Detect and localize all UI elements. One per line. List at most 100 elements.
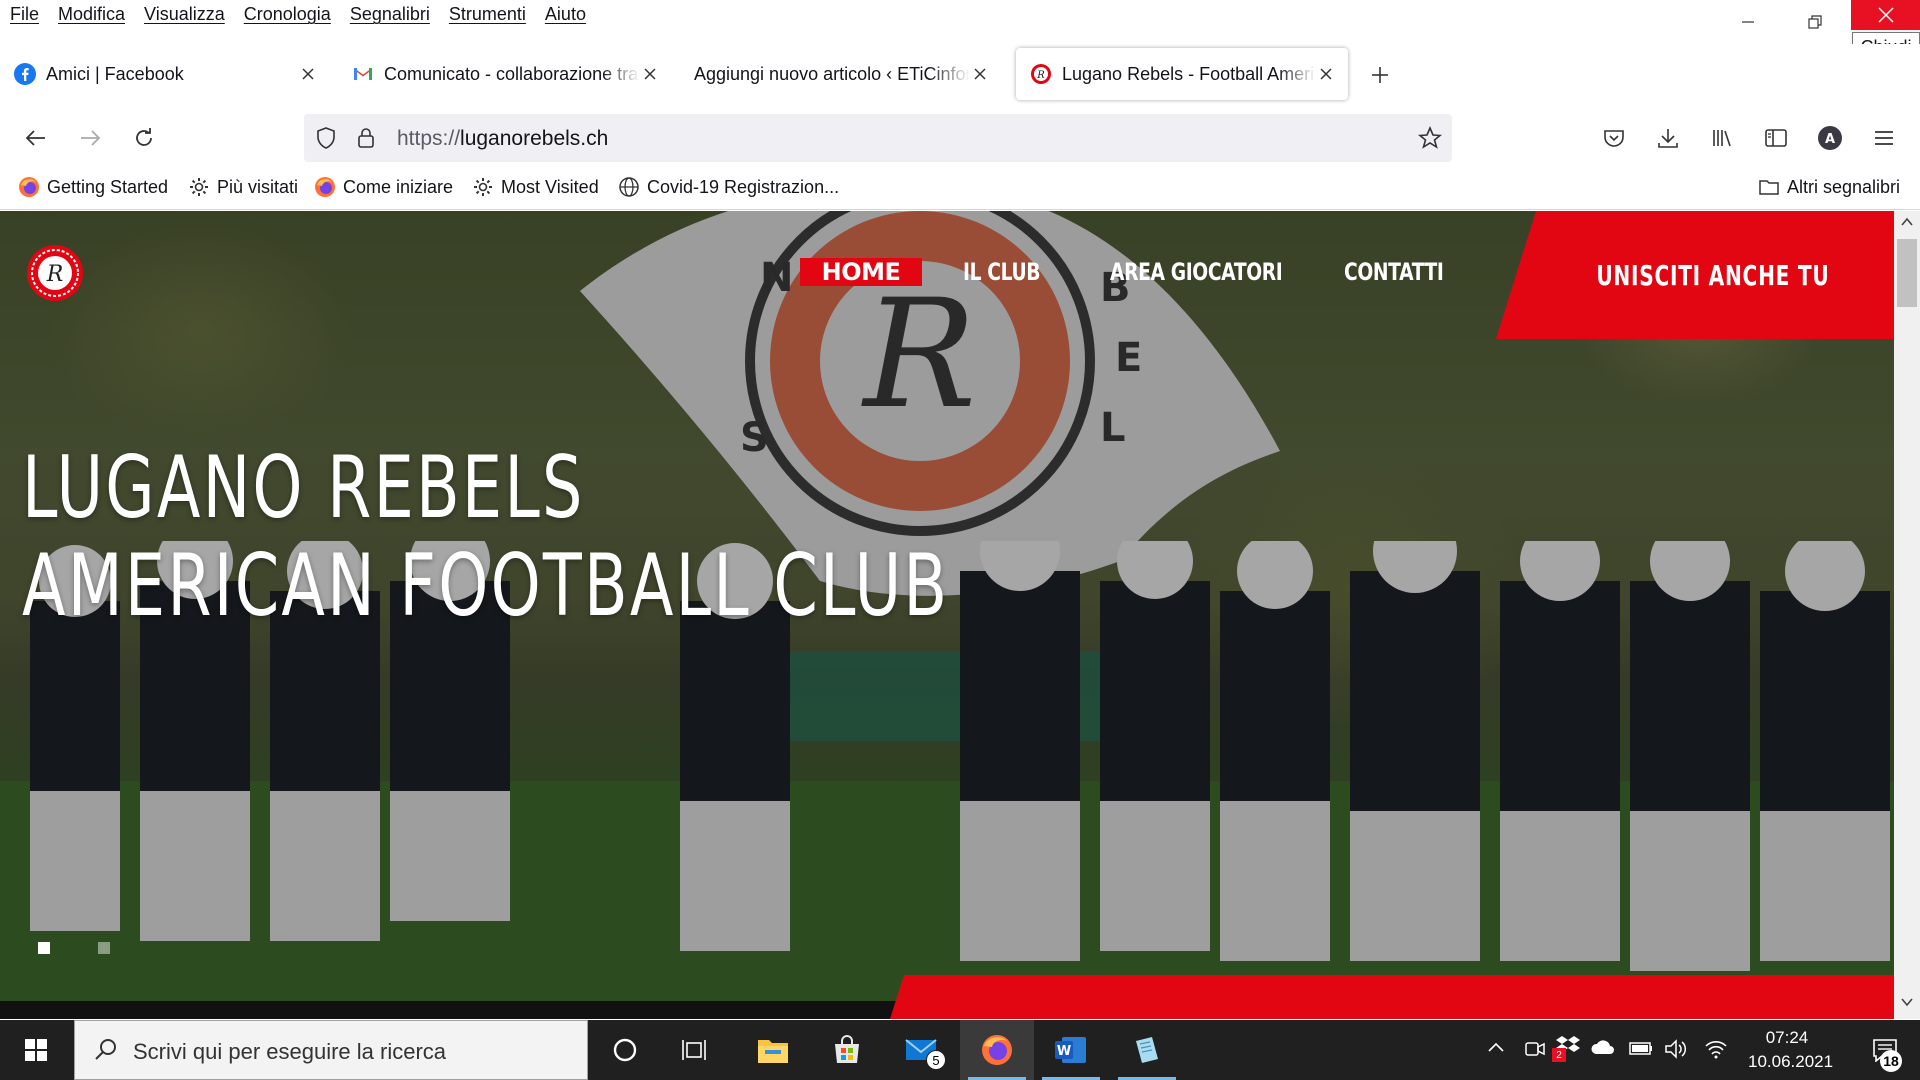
slider-dot-2[interactable] xyxy=(98,942,110,954)
pocket-button[interactable] xyxy=(1596,120,1632,156)
app-menu-button[interactable] xyxy=(1866,120,1902,156)
bookmark-most-visited[interactable]: Most Visited xyxy=(472,176,599,198)
battery-icon[interactable] xyxy=(1628,1038,1654,1058)
svg-text:R: R xyxy=(1036,70,1045,81)
account-button[interactable]: A xyxy=(1812,120,1848,156)
bookmark-label: Covid-19 Registrazion... xyxy=(647,176,840,197)
onedrive-icon[interactable] xyxy=(1590,1038,1616,1058)
url-bar[interactable]: https://luganorebels.ch xyxy=(304,114,1452,162)
firefox-taskbar-button[interactable] xyxy=(960,1020,1034,1080)
web-content: R B E L N S R HOME IL CLUB AREA GIOCATOR… xyxy=(0,211,1894,1019)
taskbar-search[interactable]: Scrivi qui per eseguire la ricerca xyxy=(74,1020,588,1080)
lock-icon[interactable] xyxy=(354,126,378,150)
arrow-left-icon xyxy=(25,130,45,146)
clock[interactable]: 07:24 10.06.2021 xyxy=(1748,1026,1833,1074)
bookmark-label: Getting Started xyxy=(47,176,169,197)
rebels-logo[interactable]: R xyxy=(26,244,84,302)
scroll-up-button[interactable] xyxy=(1894,215,1920,235)
download-icon xyxy=(1658,129,1678,148)
menu-aiuto[interactable]: Aiuto xyxy=(545,4,586,25)
join-cta-button[interactable]: UNISCITI ANCHE TU xyxy=(1496,211,1894,339)
search-icon xyxy=(95,1039,116,1060)
clock-time: 07:24 xyxy=(1765,1028,1809,1047)
bookmark-come-iniziare[interactable]: Come iniziare xyxy=(314,176,453,198)
sidebar-button[interactable] xyxy=(1758,120,1794,156)
tab-close-button[interactable] xyxy=(970,64,990,84)
star-icon[interactable] xyxy=(1418,126,1442,150)
reload-button[interactable] xyxy=(126,120,162,156)
close-icon xyxy=(302,68,314,80)
page-scrollbar[interactable] xyxy=(1894,211,1920,1019)
dropbox-tray[interactable]: 2 xyxy=(1552,1034,1580,1062)
minimize-button[interactable] xyxy=(1715,0,1781,44)
tray-badge: 2 xyxy=(1552,1048,1566,1062)
svg-text:A: A xyxy=(1825,132,1835,147)
url-host: luganorebels.ch xyxy=(460,127,609,150)
downloads-button[interactable] xyxy=(1650,120,1686,156)
tab-close-button[interactable] xyxy=(298,64,318,84)
nav-link-il-club[interactable]: IL CLUB xyxy=(963,258,1041,286)
new-tab-button[interactable] xyxy=(1366,61,1394,89)
menu-modifica[interactable]: Modifica xyxy=(58,4,125,25)
start-button[interactable] xyxy=(0,1020,72,1080)
mail-badge: 5 xyxy=(926,1050,946,1070)
file-explorer-button[interactable] xyxy=(736,1020,810,1080)
slider-dot-1[interactable] xyxy=(38,942,50,954)
tab-gmail[interactable]: Comunicato - collaborazione tra xyxy=(338,48,672,100)
tab-close-button[interactable] xyxy=(1316,64,1336,84)
nav-link-area-giocatori[interactable]: AREA GIOCATORI xyxy=(1110,258,1283,286)
tab-title: Aggiungi nuovo articolo ‹ ETiCinform xyxy=(694,63,970,84)
tab-facebook[interactable]: Amici | Facebook xyxy=(0,48,330,100)
menu-file[interactable]: File xyxy=(10,4,39,25)
tab-close-button[interactable] xyxy=(640,64,660,84)
bookmark-piu-visitati[interactable]: Più visitati xyxy=(188,176,298,198)
word-button[interactable]: W xyxy=(1034,1020,1108,1080)
arrow-right-icon xyxy=(81,130,101,146)
restore-icon xyxy=(1808,15,1822,29)
notification-center-button[interactable]: 18 xyxy=(1850,1020,1920,1080)
cortana-button[interactable] xyxy=(588,1020,662,1080)
bookmark-getting-started[interactable]: Getting Started xyxy=(18,176,168,198)
notepad-button[interactable] xyxy=(1110,1020,1184,1080)
nav-bar: https://luganorebels.ch A xyxy=(0,108,1920,168)
globe-icon xyxy=(619,177,639,197)
mail-button[interactable] xyxy=(884,1020,958,1080)
shield-icon[interactable] xyxy=(314,126,338,150)
tab-title: Amici | Facebook xyxy=(46,63,184,84)
wifi-icon[interactable] xyxy=(1704,1038,1728,1060)
back-button[interactable] xyxy=(18,120,54,156)
gear-icon xyxy=(474,178,492,196)
gmail-icon xyxy=(354,68,372,80)
menu-strumenti[interactable]: Strumenti xyxy=(449,4,526,25)
bookmark-label: Most Visited xyxy=(501,176,599,197)
volume-icon[interactable] xyxy=(1664,1038,1688,1060)
nav-link-home[interactable]: HOME xyxy=(800,258,922,286)
forward-button[interactable] xyxy=(72,120,108,156)
bookmark-covid[interactable]: Covid-19 Registrazion... xyxy=(618,176,839,198)
svg-text:W: W xyxy=(1057,1044,1071,1059)
close-window-button[interactable] xyxy=(1851,0,1920,30)
tab-lugano-rebels[interactable]: R Lugano Rebels - Football American xyxy=(1016,48,1348,100)
chevron-up-icon[interactable] xyxy=(1486,1038,1506,1058)
camera-icon[interactable] xyxy=(1524,1038,1546,1060)
hero-line-1: LUGANO REBELS xyxy=(22,438,585,538)
url-text[interactable]: https://luganorebels.ch xyxy=(397,127,608,151)
firefox-icon xyxy=(19,177,39,197)
store-button[interactable] xyxy=(810,1020,884,1080)
hero-title: LUGANO REBELS AMERICAN FOOTBALL CLUB xyxy=(22,439,949,635)
close-icon xyxy=(1320,68,1332,80)
tab-title: Lugano Rebels - Football American xyxy=(1062,63,1316,84)
task-view-button[interactable] xyxy=(658,1020,732,1080)
menu-list: File Modifica Visualizza Cronologia Segn… xyxy=(10,4,586,25)
nav-link-contatti[interactable]: CONTATTI xyxy=(1344,258,1444,286)
bookmark-other[interactable]: Altri segnalibri xyxy=(1758,176,1900,198)
menu-visualizza[interactable]: Visualizza xyxy=(144,4,225,25)
scroll-down-button[interactable] xyxy=(1894,995,1920,1015)
library-button[interactable] xyxy=(1704,120,1740,156)
nav-link-label: HOME xyxy=(821,258,901,286)
menu-cronologia[interactable]: Cronologia xyxy=(244,4,331,25)
restore-button[interactable] xyxy=(1782,0,1848,44)
menu-segnalibri[interactable]: Segnalibri xyxy=(350,4,430,25)
tab-eticinform[interactable]: Aggiungi nuovo articolo ‹ ETiCinform xyxy=(680,48,1002,100)
scroll-thumb[interactable] xyxy=(1897,239,1917,307)
